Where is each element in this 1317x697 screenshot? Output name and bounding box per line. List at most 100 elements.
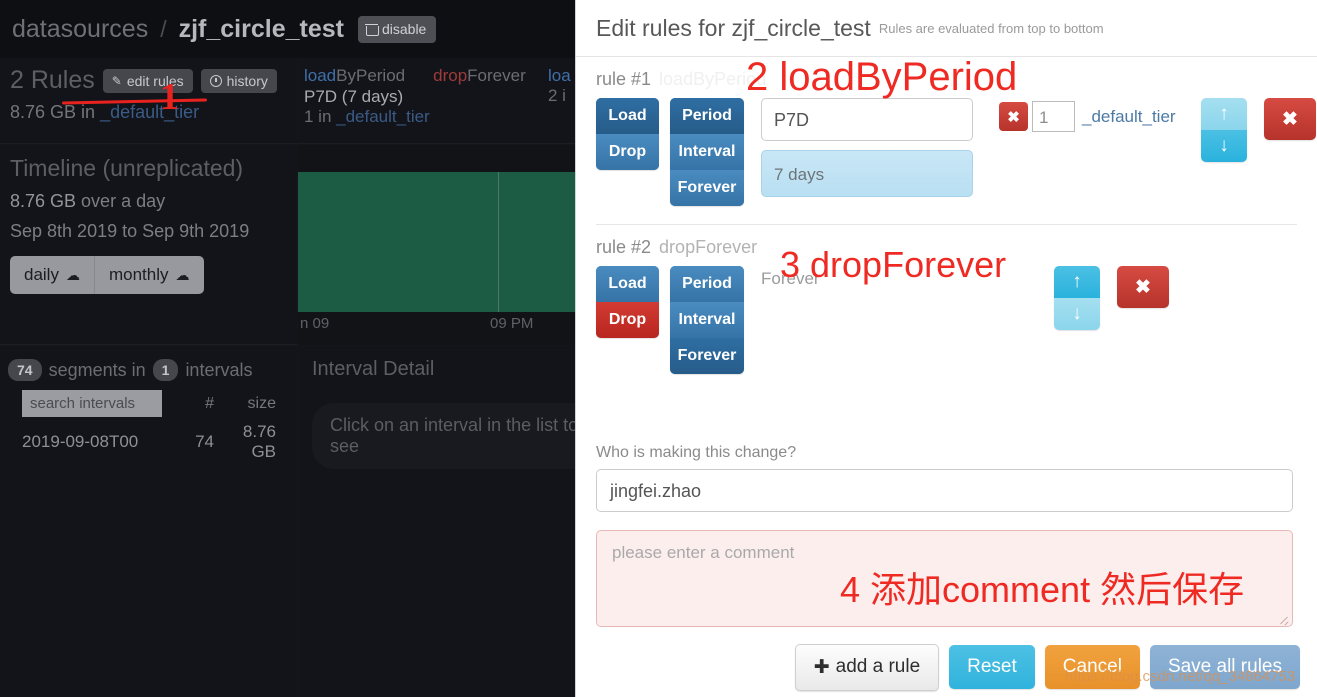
column-header-size: size — [247, 394, 276, 412]
rule-2-drop-button[interactable]: Drop — [596, 302, 659, 338]
interval-detail-hint: Click on an interval in the list to see — [312, 403, 612, 469]
save-all-rules-button[interactable]: Save all rules — [1149, 645, 1300, 689]
modal-header: Edit rules for zjf_circle_test Rules are… — [576, 0, 1317, 57]
rule-2-delete-button[interactable]: ✖ — [1117, 266, 1169, 308]
plus-icon: ✚ — [813, 656, 830, 678]
rule-2-ghost-label: dropForever — [659, 237, 758, 257]
timeline-chart[interactable]: n 09 09 PM — [298, 145, 580, 345]
rule-2-label-row: rule #2 dropForever — [596, 225, 1297, 258]
reset-button[interactable]: Reset — [949, 645, 1035, 689]
rule-1-period-human: 7 days — [761, 150, 973, 197]
strip-rule1-suffix: ByPeriod — [336, 66, 406, 85]
cloud-download-icon: ☁ — [175, 266, 190, 283]
interval-count: 74 — [195, 432, 214, 451]
strip-rule2-prefix: drop — [433, 66, 468, 85]
add-rule-button[interactable]: ✚ add a rule — [794, 643, 940, 691]
rules-size-row: 8.76 GB in _default_tier — [10, 102, 297, 123]
resize-grip-icon[interactable] — [1277, 612, 1289, 624]
chart-gridline — [498, 172, 499, 312]
comment-textarea[interactable]: please enter a comment — [596, 530, 1293, 627]
trash-icon — [364, 23, 379, 36]
rule-1-tier-remove-button[interactable]: ✖ — [999, 102, 1028, 131]
rule-2-interval-button[interactable]: Interval — [670, 302, 744, 338]
modal-subtitle: Rules are evaluated from top to bottom — [878, 20, 1104, 36]
rule-1-tier-row: ✖ 1 _default_tier — [999, 98, 1176, 132]
rule-2-move-up-button[interactable]: ↑ — [1054, 266, 1100, 298]
rules-strip: loadByPeriod dropForever P7D (7 days) 1 … — [298, 58, 580, 144]
rule-1-move-down-button[interactable]: ↓ — [1201, 130, 1247, 162]
strip-rule3-clipped: loa 2 i — [548, 66, 571, 106]
intervals-text: intervals — [185, 359, 253, 380]
download-daily-button[interactable]: daily ☁ — [10, 256, 95, 294]
rule-1-forever-button[interactable]: Forever — [670, 170, 744, 206]
strip-rule1-count: 1 in — [304, 107, 337, 126]
edit-rules-button[interactable]: ✎ edit rules — [102, 68, 193, 93]
table-row[interactable]: 2019-09-08T00 74 8.76 GB — [0, 417, 297, 462]
segments-count-badge: 74 — [8, 359, 42, 381]
rule-1-period-button[interactable]: Period — [670, 98, 744, 134]
strip-rule-loadByPeriod: loadByPeriod — [304, 66, 405, 86]
rule-2-move-down-button[interactable]: ↓ — [1054, 298, 1100, 330]
rule-1-reorder-group: ↑ ↓ — [1201, 98, 1247, 162]
rule-1-delete-button[interactable]: ✖ — [1264, 98, 1316, 140]
breadcrumb-separator: / — [160, 15, 167, 42]
rule-block-1: rule #1 loadByPeriod Load Drop Period Int… — [576, 57, 1317, 206]
history-label: history — [226, 72, 268, 89]
column-header-count: # — [205, 394, 214, 412]
timeline-panel: Timeline (unreplicated) 8.76 GB over a d… — [0, 145, 297, 345]
rule-2-label: rule #2 — [596, 237, 652, 257]
rule-1-load-button[interactable]: Load — [596, 98, 659, 134]
strip-rule3-prefix: loa — [548, 66, 571, 85]
interval-detail-panel: Interval Detail Click on an interval in … — [298, 346, 612, 697]
rule-2-load-button[interactable]: Load — [596, 266, 659, 302]
change-form: Who is making this change? jingfei.zhao … — [576, 444, 1317, 627]
rule-1-load-drop-group: Load Drop — [596, 98, 659, 170]
strip-rule2-suffix: Forever — [467, 66, 526, 85]
strip-rule1-count-row: 1 in _default_tier — [304, 107, 580, 127]
search-intervals-input[interactable]: search intervals — [22, 390, 162, 417]
timeline-title: Timeline (unreplicated) — [10, 155, 244, 181]
strip-rule1-tier[interactable]: _default_tier — [336, 107, 430, 126]
breadcrumb: datasources / zjf_circle_test disable — [0, 0, 580, 58]
download-daily-label: daily — [24, 265, 59, 284]
rule-1-type-group: Period Interval Forever — [670, 98, 744, 206]
rules-tier-link[interactable]: _default_tier — [100, 102, 199, 122]
timeline-download-group: daily ☁ monthly ☁ — [10, 256, 204, 294]
cancel-button[interactable]: Cancel — [1044, 645, 1140, 689]
segments-panel: 74 segments in 1 intervals search interv… — [0, 346, 297, 697]
rule-1-tier-name: _default_tier — [1082, 106, 1176, 126]
rules-size-value: 8.76 GB — [10, 102, 77, 122]
segments-header: 74 segments in 1 intervals — [0, 346, 297, 381]
strip-rule1-prefix: load — [304, 66, 337, 85]
add-rule-label: add a rule — [835, 656, 921, 677]
history-button[interactable]: history — [200, 68, 277, 93]
rule-1-controls: Load Drop Period Interval Forever P7D 7 … — [596, 98, 1316, 206]
disable-button[interactable]: disable — [357, 15, 437, 43]
rule-1-ghost-label: loadByPeriod — [659, 69, 767, 89]
rule-2-forever-button[interactable]: Forever — [670, 338, 744, 374]
cloud-download-icon: ☁ — [65, 266, 80, 283]
download-monthly-button[interactable]: monthly ☁ — [94, 256, 204, 294]
strip-rule-dropForever: dropForever — [433, 66, 526, 86]
rule-1-replicants-input[interactable]: 1 — [1032, 101, 1075, 132]
modal-footer: ✚ add a rule Reset Cancel Save all rules — [576, 637, 1317, 697]
rule-1-drop-button[interactable]: Drop — [596, 134, 659, 170]
rule-2-forever-text: Forever — [761, 269, 820, 288]
rule-1-interval-button[interactable]: Interval — [670, 134, 744, 170]
rule-1-move-up-button[interactable]: ↑ — [1201, 98, 1247, 130]
rule-1-period-input[interactable]: P7D — [761, 98, 973, 141]
interval-date: 2019-09-08T00 — [22, 432, 139, 451]
chart-tick-right: 09 PM — [490, 315, 534, 332]
timeline-size-value: 8.76 GB — [10, 191, 77, 211]
rule-2-period-button[interactable]: Period — [670, 266, 744, 302]
rules-strip-row: loadByPeriod dropForever — [304, 66, 580, 86]
chart-tick-left: n 09 — [300, 315, 330, 332]
breadcrumb-datasources-link[interactable]: datasources — [12, 15, 148, 44]
comment-placeholder: please enter a comment — [612, 543, 795, 562]
who-input[interactable]: jingfei.zhao — [596, 469, 1293, 512]
timeline-range: Sep 8th 2019 to Sep 9th 2019 — [10, 221, 250, 241]
rule-2-controls: Load Drop Period Interval Forever Foreve… — [596, 266, 1297, 374]
pencil-icon: ✎ — [111, 73, 122, 88]
rules-count-label: 2 Rules — [10, 66, 95, 94]
intervals-count-badge: 1 — [152, 359, 179, 381]
